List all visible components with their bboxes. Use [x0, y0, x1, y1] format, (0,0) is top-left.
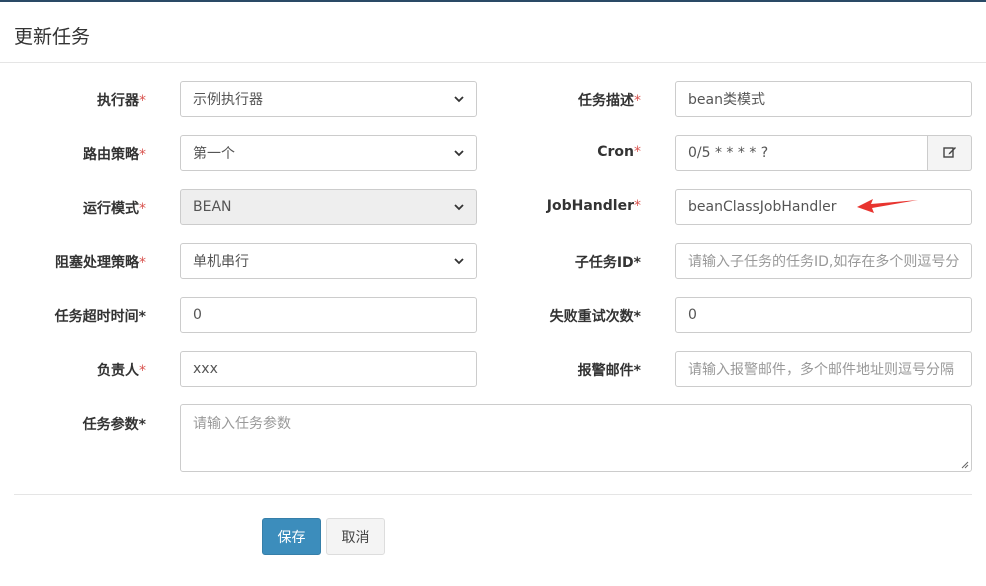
- timeout-label: 任务超时时间*: [54, 309, 146, 325]
- alarm-email-input[interactable]: 请输入报警邮件，多个邮件地址则逗号分隔: [675, 351, 972, 387]
- executor-select[interactable]: 示例执行器: [180, 81, 477, 117]
- job-desc-input[interactable]: bean类模式: [675, 81, 972, 117]
- alarm-email-label: 报警邮件*: [577, 363, 641, 379]
- resize-handle-icon[interactable]: [961, 461, 969, 469]
- chevron-down-icon: [454, 94, 464, 104]
- executor-value: 示例执行器: [193, 92, 263, 108]
- route-strategy-label: 路由策略*: [83, 147, 146, 163]
- chevron-down-icon: [454, 148, 464, 158]
- child-job-id-label: 子任务ID*: [574, 255, 641, 271]
- block-strategy-select[interactable]: 单机串行: [180, 243, 477, 279]
- job-param-textarea[interactable]: 请输入任务参数: [180, 404, 972, 472]
- run-mode-label: 运行模式*: [83, 201, 146, 217]
- timeout-input[interactable]: 0: [180, 297, 477, 333]
- dialog-title: 更新任务: [14, 26, 91, 48]
- chevron-down-icon: [454, 202, 464, 212]
- edit-icon: [942, 145, 957, 162]
- cron-label: Cron*: [597, 144, 641, 160]
- footer-divider: [14, 494, 972, 495]
- save-button[interactable]: 保存: [262, 518, 321, 555]
- fail-retry-label: 失败重试次数*: [549, 309, 641, 325]
- job-desc-label: 任务描述*: [578, 93, 641, 109]
- executor-label: 执行器*: [97, 93, 146, 109]
- fail-retry-input[interactable]: 0: [675, 297, 972, 333]
- cancel-button[interactable]: 取消: [326, 518, 385, 555]
- cron-input[interactable]: 0/5 * * * * ?: [675, 135, 928, 171]
- job-param-label: 任务参数*: [82, 417, 146, 433]
- chevron-down-icon: [454, 256, 464, 266]
- author-input[interactable]: xxx: [180, 351, 477, 387]
- route-strategy-select[interactable]: 第一个: [180, 135, 477, 171]
- child-job-id-input[interactable]: 请输入子任务的任务ID,如存在多个则逗号分隔: [675, 243, 972, 279]
- cron-edit-button[interactable]: [928, 135, 972, 171]
- run-mode-select: BEAN: [180, 189, 477, 225]
- author-label: 负责人*: [97, 363, 146, 379]
- block-strategy-label: 阻塞处理策略*: [55, 255, 146, 271]
- job-handler-input[interactable]: beanClassJobHandler: [675, 189, 972, 225]
- top-border: [0, 0, 986, 2]
- title-divider: [0, 62, 986, 63]
- annotation-arrow-icon: [857, 199, 918, 213]
- job-handler-label: JobHandler*: [546, 198, 641, 214]
